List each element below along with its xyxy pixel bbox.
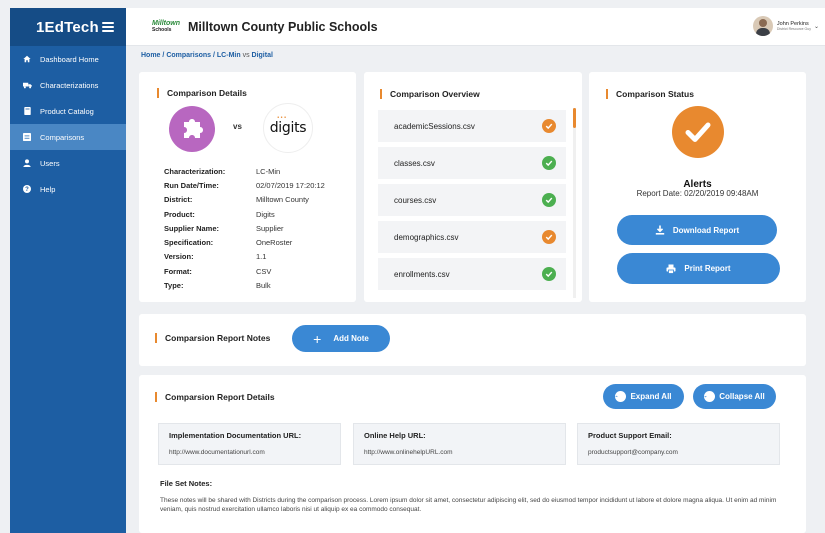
avatar [752,16,773,36]
list-item[interactable]: enrollments.csv [378,258,566,290]
sidebar-item-dashboard-home[interactable]: Dashboard Home [10,46,126,72]
breadcrumb-current-right: Digital [251,52,273,59]
support-email-label: Product Support Email: [588,431,672,440]
district-logo: Milltown Schools [152,19,182,35]
online-help-label: Online Help URL: [364,431,426,440]
list-item[interactable]: academicSessions.csv [378,110,566,142]
detail-row: Characterization: LC-Min [164,166,281,176]
truck-icon [22,80,32,90]
plus-icon: + [313,330,322,347]
user-icon [22,158,32,168]
product-logo-text: digits [269,120,307,136]
comparison-overview-card: Comparison Overview academicSessions.csv… [364,72,582,302]
list-item[interactable]: demographics.csv [378,221,566,253]
comparison-status-title: Comparison Status [606,89,694,99]
sidebar-item-label: Comparisons [40,132,85,142]
brand-name: 1EdTech [36,18,99,36]
breadcrumb: Home / Comparisons / LC-Min vs Digital [141,52,273,59]
detail-row: Specification: OneRoster [164,238,293,248]
top-bar: Milltown Schools Milltown County Public … [126,8,825,46]
dots-icon: ••• [276,115,288,121]
compare-icon [22,132,32,142]
collapse-all-button[interactable]: Collapse All [693,384,776,409]
district-logo-line2: Schools [152,27,172,33]
implementation-doc-box: Implementation Documentation URL: http:/… [158,423,341,465]
scrollbar-thumb[interactable] [573,108,576,128]
sidebar-item-label: Help [40,184,56,194]
check-icon [542,267,556,281]
sidebar-item-help[interactable]: ? Help [10,176,126,202]
report-details-card: Comparsion Report Details Expand All Col… [139,375,806,533]
online-help-url[interactable]: http://www.onlinehelpURL.com [364,449,555,456]
brand-bar: 1EdTech [10,8,126,46]
sidebar-item-label: Product Catalog [40,106,94,116]
support-email-box: Product Support Email: productsupport@co… [577,423,780,465]
sidebar-item-label: Dashboard Home [40,54,99,64]
printer-icon [666,264,676,274]
puzzle-icon [169,106,215,152]
check-icon [542,193,556,207]
breadcrumb-comparisons[interactable]: Comparisons [166,52,211,59]
report-notes-title: Comparsion Report Notes [155,333,270,343]
implementation-doc-label: Implementation Documentation URL: [169,431,302,440]
sidebar-item-label: Characterizations [40,80,99,90]
report-details-title: Comparsion Report Details [155,392,275,402]
print-report-button[interactable]: Print Report [617,253,780,284]
sidebar-item-product-catalog[interactable]: Product Catalog [10,98,126,124]
report-notes-card: Comparsion Report Notes + Add Note [139,314,806,366]
detail-row: Product: Digits [164,209,275,219]
detail-row: Format: CSV [164,266,272,276]
list-item[interactable]: courses.csv [378,184,566,216]
check-icon [672,106,724,158]
breadcrumb-home[interactable]: Home [141,52,160,59]
check-icon [542,119,556,133]
scrollbar-track[interactable] [573,108,576,298]
detail-row: Version: 1.1 [164,252,267,262]
sidebar-nav: Dashboard Home Characterizations Product… [10,46,126,202]
sidebar: 1EdTech Dashboard Home Characterizations… [10,8,126,533]
hamburger-menu-icon[interactable] [102,22,114,32]
comparison-overview-title: Comparison Overview [380,89,480,99]
comparison-status-card: Comparison Status Alerts Report Date: 02… [589,72,806,302]
product-logo: ••• digits [263,103,313,153]
add-note-button[interactable]: + Add Note [292,325,390,352]
district-logo-line1: Milltown [152,20,180,27]
user-role: District Resource Guy [776,27,811,31]
online-help-box: Online Help URL: http://www.onlinehelpUR… [353,423,566,465]
sidebar-item-label: Users [40,158,60,168]
file-set-notes-label: File Set Notes: [160,479,213,488]
comparison-details-title: Comparison Details [157,88,247,98]
list-item[interactable]: classes.csv [378,147,566,179]
implementation-doc-url[interactable]: http://www.documentationurl.com [169,449,330,456]
support-email-value[interactable]: productsupport@company.com [588,449,769,456]
home-icon [22,54,32,64]
svg-text:?: ? [25,187,29,193]
sidebar-item-characterizations[interactable]: Characterizations [10,72,126,98]
detail-row: Type: Bulk [164,281,271,291]
download-report-button[interactable]: Download Report [617,215,777,245]
expand-all-button[interactable]: Expand All [603,384,684,409]
detail-row: District: Milltown County [164,195,309,205]
check-icon [542,230,556,244]
sidebar-item-users[interactable]: Users [10,150,126,176]
chevron-down-icon: ⌄ [813,23,819,30]
vs-label: vs [233,122,242,131]
sidebar-item-comparisons[interactable]: Comparisons [10,124,126,150]
details-list: Characterization: LC-Min Run Date/Time: 02… [164,164,325,293]
comparison-details-card: Comparison Details vs ••• digits Charact… [139,72,356,302]
user-menu[interactable]: John Perkins District Resource Guy ⌄ [752,16,819,36]
chevron-down-icon [704,391,716,402]
detail-row: Supplier Name: Supplier [164,223,284,233]
chevron-up-icon [615,391,627,402]
file-list: academicSessions.csv classes.csv courses… [378,110,566,295]
breadcrumb-current-left: LC-Min [216,52,241,59]
detail-row: Run Date/Time: 02/07/2019 17:20:12 [164,180,325,190]
file-set-notes-text: These notes will be shared with District… [160,497,777,513]
download-icon [655,225,665,235]
help-icon: ? [22,184,32,194]
check-icon [542,156,556,170]
district-name: Milltown County Public Schools [188,19,378,34]
book-icon [22,106,32,116]
report-date: Report Date: 02/20/2019 09:48AM [636,189,759,198]
